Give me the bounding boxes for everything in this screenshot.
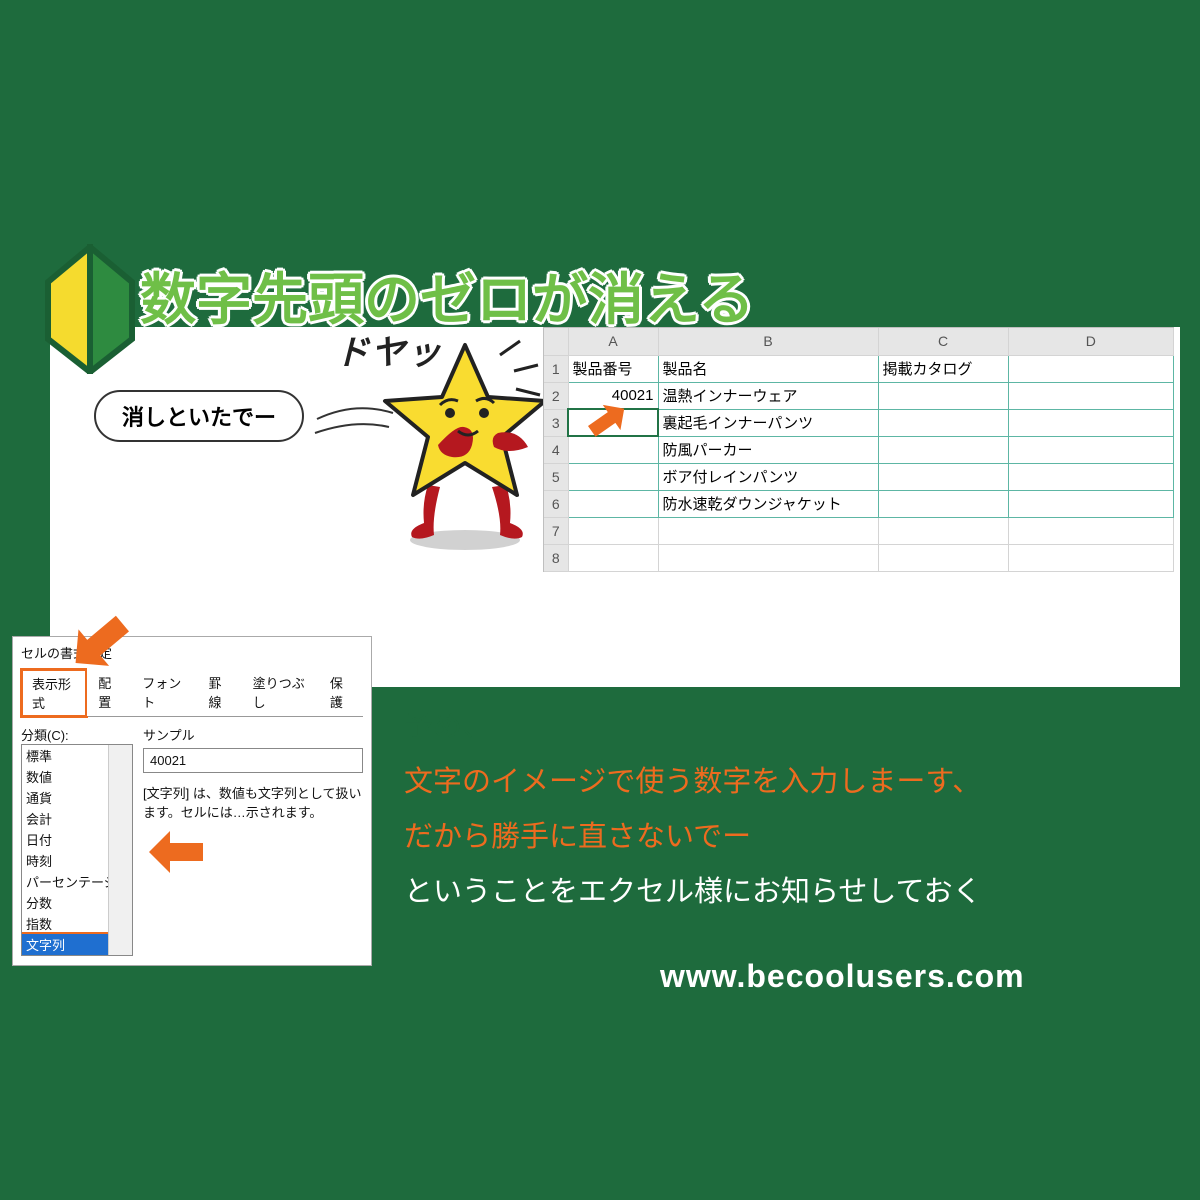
cell[interactable] bbox=[1008, 382, 1174, 409]
col-header-b[interactable]: B bbox=[658, 328, 878, 355]
cell[interactable] bbox=[658, 517, 878, 544]
corner-cell[interactable] bbox=[544, 328, 568, 355]
speech-bubble-text: 消しといたでー bbox=[122, 405, 276, 430]
cell[interactable] bbox=[878, 436, 1008, 463]
cat-item[interactable]: その他 bbox=[22, 955, 132, 956]
cell[interactable] bbox=[1008, 517, 1174, 544]
site-url: www.becoolusers.com bbox=[660, 958, 1025, 995]
cell[interactable] bbox=[878, 463, 1008, 490]
cell[interactable]: 掲載カタログ bbox=[878, 355, 1008, 382]
cell[interactable]: 製品名 bbox=[658, 355, 878, 382]
cell[interactable]: 防水速乾ダウンジャケット bbox=[658, 490, 878, 517]
format-cells-dialog: セルの書式設定 表示形式 配置 フォント 罫線 塗りつぶし 保護 分類(C): … bbox=[12, 636, 372, 966]
caption-line: ということをエクセル様にお知らせしておく bbox=[404, 876, 982, 908]
excel-sheet: A B C D 1 製品番号 製品名 掲載カタログ 2 40021 温熱インナー… bbox=[543, 327, 1174, 572]
dialog-tabs: 表示形式 配置 フォント 罫線 塗りつぶし 保護 bbox=[21, 668, 363, 717]
cell[interactable] bbox=[658, 544, 878, 571]
sample-value: 40021 bbox=[143, 748, 363, 773]
cell[interactable] bbox=[878, 517, 1008, 544]
category-label: 分類(C): bbox=[21, 725, 133, 744]
cell[interactable] bbox=[568, 517, 658, 544]
tab-number-format[interactable]: 表示形式 bbox=[21, 669, 87, 717]
cell[interactable]: 温熱インナーウェア bbox=[658, 382, 878, 409]
row-header[interactable]: 8 bbox=[544, 544, 568, 571]
caption-line: 予め、 bbox=[404, 711, 491, 743]
scrollbar[interactable] bbox=[108, 745, 132, 955]
col-header-c[interactable]: C bbox=[878, 328, 1008, 355]
category-list[interactable]: 標準 数値 通貨 会計 日付 時刻 パーセンテージ 分数 指数 文字列 その他 … bbox=[21, 744, 133, 956]
col-header-a[interactable]: A bbox=[568, 328, 658, 355]
row-header[interactable]: 2 bbox=[544, 382, 568, 409]
cell[interactable] bbox=[1008, 463, 1174, 490]
format-description: [文字列] は、数値も文字列として扱います。セルには…示されます。 bbox=[143, 783, 363, 821]
caption-line: だから勝手に直さないでー bbox=[404, 821, 751, 853]
star-character-icon bbox=[380, 335, 550, 555]
caption-line: 文字のイメージで使う数字を入力しまーす、 bbox=[404, 766, 981, 798]
row-header[interactable]: 1 bbox=[544, 355, 568, 382]
page: 数字先頭のゼロが消える ドヤッ 消しといたでー A B C D bbox=[0, 0, 1200, 1200]
cell[interactable] bbox=[568, 490, 658, 517]
row-header[interactable]: 5 bbox=[544, 463, 568, 490]
cell[interactable] bbox=[878, 409, 1008, 436]
cell[interactable] bbox=[1008, 436, 1174, 463]
cell[interactable] bbox=[568, 463, 658, 490]
cell[interactable]: 製品番号 bbox=[568, 355, 658, 382]
caption-block: 予め、 文字のイメージで使う数字を入力しまーす、 だから勝手に直さないでー とい… bbox=[404, 700, 982, 920]
sample-label: サンプル bbox=[143, 725, 363, 744]
cell[interactable]: 裏起毛インナーパンツ bbox=[658, 409, 878, 436]
speech-bubble: 消しといたでー bbox=[94, 390, 304, 442]
row-header[interactable]: 3 bbox=[544, 409, 568, 436]
col-header-d[interactable]: D bbox=[1008, 328, 1174, 355]
cell[interactable] bbox=[878, 544, 1008, 571]
arrow-icon bbox=[146, 848, 206, 882]
cell[interactable] bbox=[1008, 544, 1174, 571]
tab-protection[interactable]: 保護 bbox=[319, 668, 363, 716]
tab-fill[interactable]: 塗りつぶし bbox=[242, 668, 319, 716]
tab-font[interactable]: フォント bbox=[131, 668, 197, 716]
cell[interactable] bbox=[878, 382, 1008, 409]
cell[interactable]: ボア付レインパンツ bbox=[658, 463, 878, 490]
cell[interactable] bbox=[1008, 490, 1174, 517]
beginner-mark-icon bbox=[40, 244, 140, 374]
cell[interactable] bbox=[1008, 409, 1174, 436]
cell[interactable] bbox=[568, 544, 658, 571]
row-header[interactable]: 6 bbox=[544, 490, 568, 517]
cell[interactable] bbox=[1008, 355, 1174, 382]
cell[interactable] bbox=[878, 490, 1008, 517]
row-header[interactable]: 4 bbox=[544, 436, 568, 463]
page-title: 数字先頭のゼロが消える bbox=[140, 255, 754, 336]
row-header[interactable]: 7 bbox=[544, 517, 568, 544]
tab-border[interactable]: 罫線 bbox=[197, 668, 241, 716]
cell[interactable]: 防風パーカー bbox=[658, 436, 878, 463]
